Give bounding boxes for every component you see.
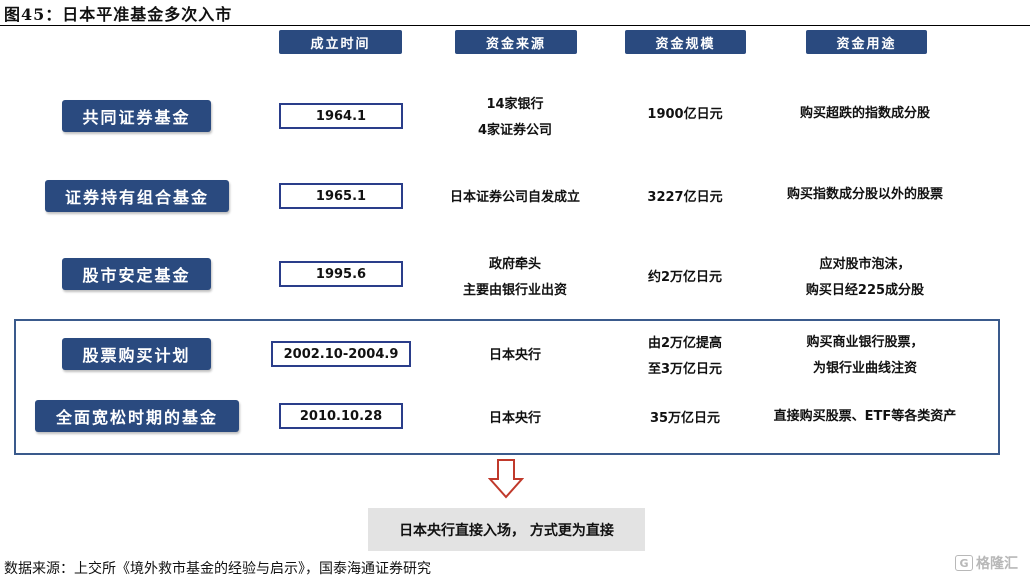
fund-use-5-line-1: 直接购买股票、ETF等各类资产 <box>773 409 957 424</box>
fund-source-3: 政府牵头 主要由银行业出资 <box>430 252 600 304</box>
fund-scale-1: 1900亿日元 <box>610 102 760 128</box>
header-established-time: 成立时间 <box>279 30 402 54</box>
fund-use-4-line-2: 为银行业曲线注资 <box>812 361 917 376</box>
watermark-text: 格隆汇 <box>976 556 1018 572</box>
fund-use-3-line-1: 应对股市泡沫， <box>819 257 911 272</box>
watermark-logo-icon: G <box>955 555 973 571</box>
fund-use-1-line-1: 购买超跌的指数成分股 <box>799 106 930 121</box>
fund-source-4-line-1: 日本央行 <box>488 348 541 363</box>
fund-scale-4-line-2: 至3万亿日元 <box>647 362 723 377</box>
fund-scale-3: 约2万亿日元 <box>610 265 760 291</box>
fund-name-3: 股市安定基金 <box>62 258 211 290</box>
fund-scale-5: 35万亿日元 <box>610 406 760 432</box>
fund-name-1: 共同证券基金 <box>62 100 211 132</box>
fund-source-1-line-1: 14家银行 <box>486 97 544 112</box>
header-fund-source: 资金来源 <box>455 30 577 54</box>
fund-scale-4: 由2万亿提高 至3万亿日元 <box>610 331 760 383</box>
fund-name-2: 证券持有组合基金 <box>45 180 229 212</box>
fund-date-5: 2010.10.28 <box>279 403 403 429</box>
fund-scale-2: 3227亿日元 <box>610 185 760 211</box>
fund-use-1: 购买超跌的指数成分股 <box>760 101 970 127</box>
fund-source-2: 日本证券公司自发成立 <box>420 185 610 211</box>
fund-use-4: 购买商业银行股票， 为银行业曲线注资 <box>780 330 950 382</box>
fund-use-2-line-1: 购买指数成分股以外的股票 <box>786 187 943 202</box>
fund-date-1: 1964.1 <box>279 103 403 129</box>
fund-source-2-line-1: 日本证券公司自发成立 <box>449 190 580 205</box>
fund-scale-5-line-1: 35万亿日元 <box>649 411 721 426</box>
fund-source-1: 14家银行 4家证券公司 <box>430 92 600 144</box>
fund-use-4-line-1: 购买商业银行股票， <box>806 335 924 350</box>
down-arrow-icon <box>488 459 524 499</box>
fund-source-5-line-1: 日本央行 <box>488 411 541 426</box>
fund-use-3-line-2: 购买日经225成分股 <box>805 283 925 298</box>
fund-name-4: 股票购买计划 <box>62 338 211 370</box>
fund-source-3-line-2: 主要由银行业出资 <box>462 283 567 298</box>
fund-date-2: 1965.1 <box>279 183 403 209</box>
fund-scale-1-line-1: 1900亿日元 <box>647 107 723 122</box>
fund-use-5: 直接购买股票、ETF等各类资产 <box>745 404 985 430</box>
fund-source-3-line-1: 政府牵头 <box>488 257 541 272</box>
fund-scale-2-line-1: 3227亿日元 <box>647 190 723 205</box>
fund-use-3: 应对股市泡沫， 购买日经225成分股 <box>780 252 950 304</box>
fund-name-5: 全面宽松时期的基金 <box>35 400 239 432</box>
figure-title: 图45：日本平准基金多次入市 <box>4 5 233 24</box>
conclusion-box: 日本央行直接入场， 方式更为直接 <box>368 508 645 551</box>
title-divider <box>0 25 1030 26</box>
fund-source-5: 日本央行 <box>440 406 590 432</box>
header-fund-use: 资金用途 <box>806 30 927 54</box>
fund-source-4: 日本央行 <box>440 343 590 369</box>
fund-use-2: 购买指数成分股以外的股票 <box>760 182 970 208</box>
watermark: G 格隆汇 <box>955 553 1018 573</box>
fund-date-3: 1995.6 <box>279 261 403 287</box>
fund-scale-4-line-1: 由2万亿提高 <box>647 336 723 351</box>
fund-date-4: 2002.10-2004.9 <box>271 341 411 367</box>
header-fund-scale: 资金规模 <box>625 30 746 54</box>
fund-scale-3-line-1: 约2万亿日元 <box>647 270 723 285</box>
fund-source-1-line-2: 4家证券公司 <box>477 123 553 138</box>
source-note: 数据来源：上交所《境外救市基金的经验与启示》，国泰海通证券研究 <box>4 561 431 577</box>
